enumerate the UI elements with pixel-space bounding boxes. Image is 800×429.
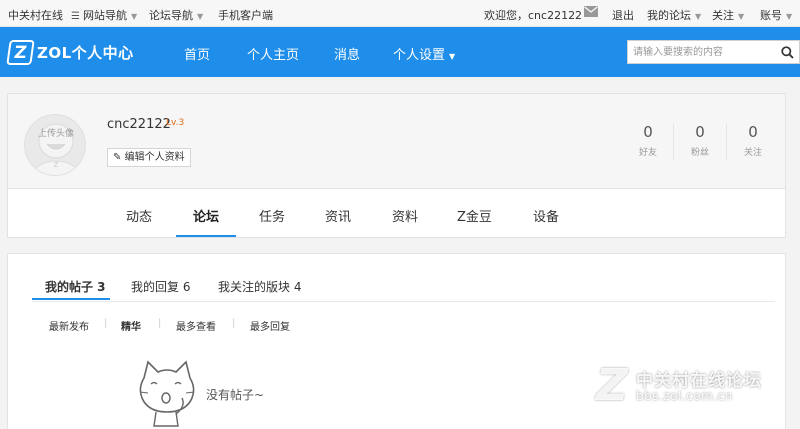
chevron-down-icon: ▼ [695, 12, 702, 21]
nav-messages[interactable]: 消息 [334, 44, 360, 63]
divider: | [232, 318, 236, 329]
logout-link[interactable]: 退出 [612, 7, 634, 23]
active-tab-indicator [32, 298, 110, 300]
top-bar: 中关村在线 ☰ 网站导航 ▼ 论坛导航 ▼ 手机客户端 欢迎您，cnc22122 退出… [0, 0, 800, 27]
stat-label: 粉丝 [690, 148, 709, 158]
site-home-link[interactable]: 中关村在线 [8, 7, 63, 23]
chevron-down-icon: ▼ [197, 12, 204, 21]
sort-featured[interactable]: 精华 [121, 318, 141, 333]
empty-state-text: 没有帖子~ [206, 388, 265, 402]
tab-activity[interactable]: 动态 [126, 206, 152, 225]
site-nav-menu[interactable]: ☰ 网站导航 ▼ [71, 7, 137, 23]
search-box [627, 40, 800, 64]
tab-news[interactable]: 资讯 [325, 206, 351, 225]
watermark-logo: Z [596, 360, 628, 411]
logo-text: ZOL个人中心 [37, 43, 134, 62]
nav-home[interactable]: 首页 [184, 44, 210, 63]
nav-settings[interactable]: 个人设置 ▼ [393, 44, 455, 63]
nav-profile[interactable]: 个人主页 [247, 44, 299, 63]
mobile-client-link[interactable]: 手机客户端 [218, 7, 273, 23]
svg-text:Z: Z [54, 161, 59, 169]
sort-most-viewed[interactable]: 最多查看 [176, 318, 216, 333]
search-button[interactable] [775, 41, 799, 63]
main-header: Z ZOL个人中心 首页 个人主页 消息 个人设置 ▼ [0, 27, 800, 77]
avatar[interactable]: Z 上传头像 [24, 114, 86, 176]
follow-menu[interactable]: 关注 ▼ [712, 7, 744, 23]
stat-value: 0 [748, 123, 758, 141]
chevron-down-icon: ▼ [786, 12, 793, 21]
tab-my-replies[interactable]: 我的回复 6 [131, 278, 190, 295]
welcome-text: 欢迎您，cnc22122 [484, 9, 583, 22]
nav-settings-label: 个人设置 [393, 48, 446, 63]
edit-profile-button[interactable]: ✎ 编辑个人资料 [107, 148, 191, 167]
account-menu[interactable]: 账号 ▼ [760, 7, 792, 23]
level-badge: Lv.3 [166, 118, 185, 128]
sort-most-replied[interactable]: 最多回复 [250, 318, 290, 333]
chevron-down-icon: ▼ [738, 12, 745, 21]
tab-tasks[interactable]: 任务 [259, 206, 285, 225]
tab-followed-boards[interactable]: 我关注的版块 4 [218, 278, 301, 295]
follow-label: 关注 [712, 9, 734, 22]
search-icon [780, 45, 794, 59]
default-avatar-icon: Z [31, 123, 81, 175]
stat-value: 0 [643, 123, 653, 141]
watermark: Z 中关村在线论坛 bbs.zol.com.cn [596, 360, 796, 420]
chevron-down-icon: ▼ [449, 52, 456, 61]
search-input[interactable] [628, 41, 776, 63]
mail-icon[interactable] [584, 6, 598, 20]
my-forum-label: 我的论坛 [647, 9, 691, 22]
upload-avatar-text: 上传头像 [37, 129, 74, 139]
tab-forum[interactable]: 论坛 [193, 206, 219, 225]
divider [32, 301, 775, 302]
sort-latest[interactable]: 最新发布 [49, 318, 89, 333]
stat-label: 好友 [638, 148, 657, 158]
divider: | [104, 318, 108, 329]
tab-devices[interactable]: 设备 [533, 206, 559, 225]
stat-value: 0 [695, 123, 705, 141]
pencil-icon: ✎ [113, 152, 122, 163]
site-nav-label: 网站导航 [82, 9, 127, 22]
zol-logo[interactable]: Z ZOL个人中心 [6, 37, 134, 67]
watermark-url: bbs.zol.com.cn [636, 389, 733, 403]
forum-nav-label: 论坛导航 [149, 9, 193, 22]
logo-mark: Z [6, 39, 35, 65]
watermark-title: 中关村在线论坛 [636, 371, 762, 391]
stat-fans[interactable]: 0 粉丝 [674, 123, 726, 158]
stat-label: 关注 [743, 148, 762, 158]
tab-info[interactable]: 资料 [392, 206, 418, 225]
profile-summary: Z 上传头像 cnc22122 Lv.3 ✎ 编辑个人资料 0 好友 0 粉丝 … [8, 94, 785, 189]
divider: | [158, 318, 162, 329]
account-label: 账号 [760, 9, 782, 22]
active-tab-indicator [176, 235, 236, 237]
stat-following[interactable]: 0 关注 [727, 123, 779, 158]
tab-my-posts[interactable]: 我的帖子 3 [45, 278, 106, 295]
edit-profile-label: 编辑个人资料 [124, 152, 185, 163]
tab-zbeans[interactable]: Z金豆 [457, 206, 492, 225]
chevron-down-icon: ▼ [130, 12, 138, 21]
menu-icon: ☰ [71, 11, 80, 22]
username: cnc22122 [107, 117, 171, 132]
my-forum-menu[interactable]: 我的论坛 ▼ [647, 7, 701, 23]
empty-cat-icon [139, 360, 195, 427]
stat-friends[interactable]: 0 好友 [622, 123, 674, 158]
profile-card: Z 上传头像 cnc22122 Lv.3 ✎ 编辑个人资料 0 好友 0 粉丝 … [7, 93, 786, 238]
forum-nav-menu[interactable]: 论坛导航 ▼ [149, 7, 203, 23]
